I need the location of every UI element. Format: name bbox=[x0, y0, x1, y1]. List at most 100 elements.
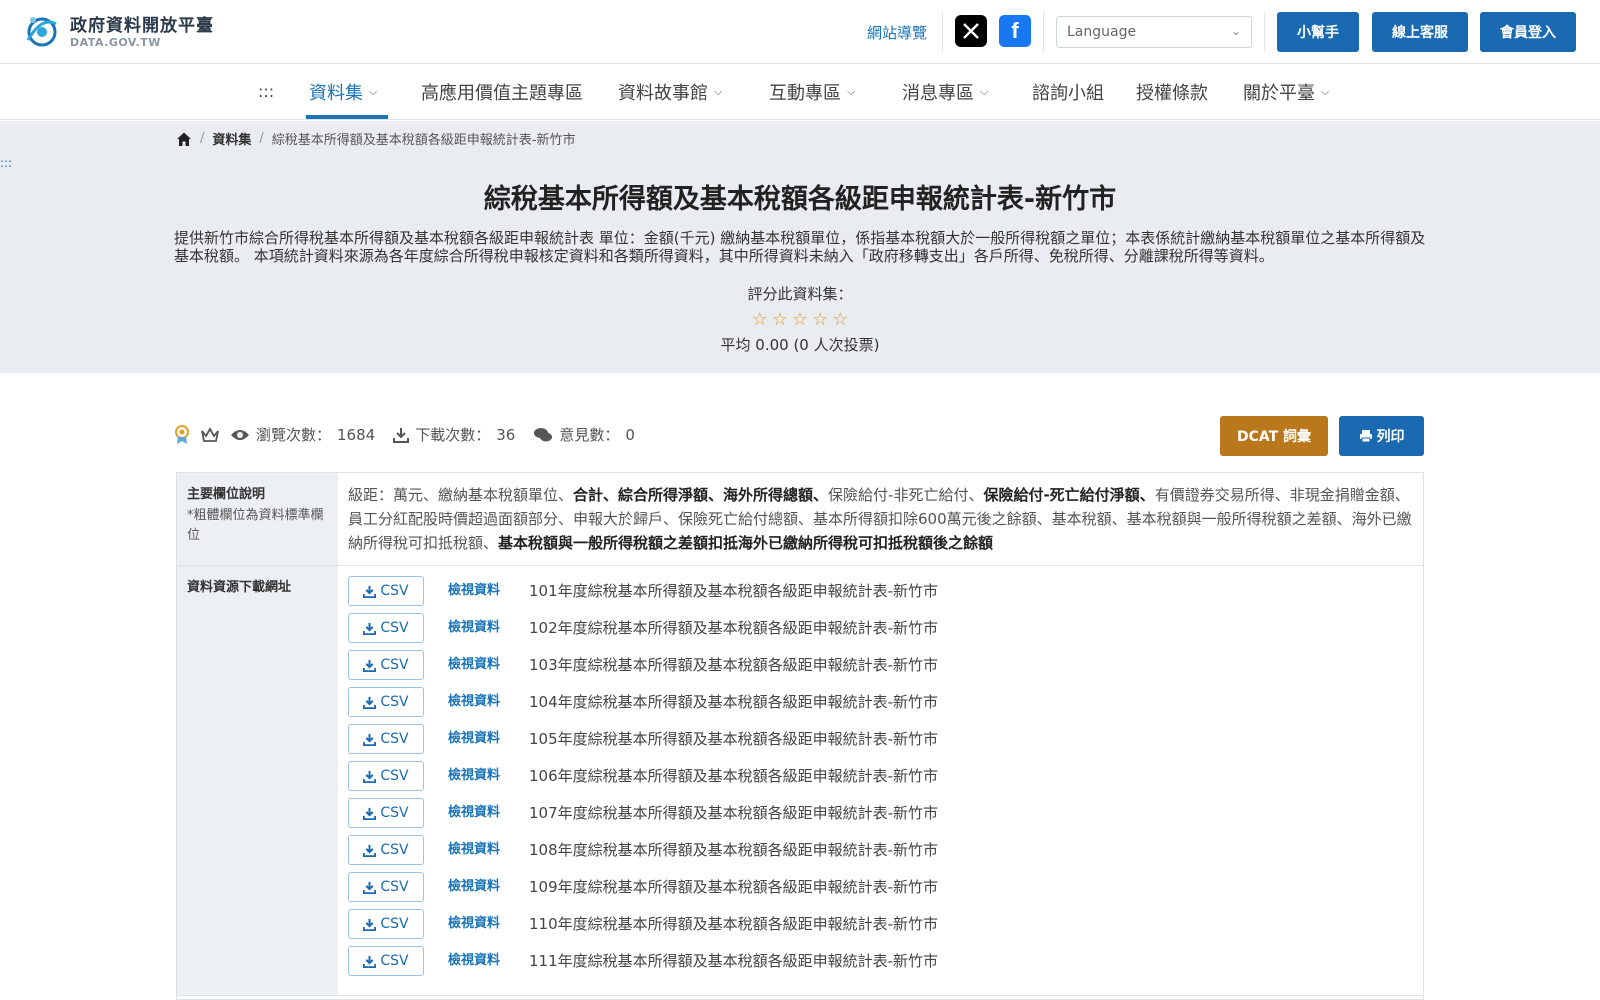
csv-download-button[interactable]: CSV bbox=[348, 946, 424, 976]
nav-item-interactive[interactable]: 互動專區 ⌵ bbox=[769, 78, 855, 106]
view-data-link[interactable]: 檢視資料 bbox=[448, 616, 505, 640]
csv-download-button[interactable]: CSV bbox=[348, 724, 424, 754]
view-data-link[interactable]: 檢視資料 bbox=[448, 653, 505, 677]
star-icon[interactable]: ☆ bbox=[772, 309, 788, 330]
csv-download-button[interactable]: CSV bbox=[348, 761, 424, 791]
resource-name: 108年度綜稅基本所得額及基本稅額各級距申報統計表-新竹市 bbox=[529, 841, 939, 859]
content-accesskey[interactable]: ::: bbox=[0, 156, 12, 170]
resource-item: CSV 檢視資料 102年度綜稅基本所得額及基本稅額各級距申報統計表-新竹市 bbox=[348, 613, 938, 643]
breadcrumb-separator: / bbox=[259, 131, 264, 146]
resources-header: 資料資源下載網址 bbox=[187, 580, 292, 595]
breadcrumb-separator: / bbox=[200, 131, 205, 146]
chevron-down-icon: ⌄ bbox=[1230, 24, 1241, 38]
resource-item: CSV 檢視資料 107年度綜稅基本所得額及基本稅額各級距申報統計表-新竹市 bbox=[348, 798, 938, 828]
nav-item-label: 資料集 bbox=[309, 83, 363, 104]
dataset-description: 提供新竹市綜合所得稅基本所得額及基本稅額各級距申報統計表 單位：金額(千元) 繳… bbox=[174, 229, 1426, 265]
breadcrumb-datasets[interactable]: 資料集 bbox=[212, 129, 251, 148]
member-login-button[interactable]: 會員登入 bbox=[1480, 12, 1576, 52]
nav-item-label: 諮詢小組 bbox=[1032, 83, 1104, 104]
standard-field-text: 保險給付-死亡給付淨額、 bbox=[983, 486, 1155, 504]
view-data-link[interactable]: 檢視資料 bbox=[448, 949, 505, 973]
download-icon bbox=[363, 881, 377, 894]
csv-download-button[interactable]: CSV bbox=[348, 576, 424, 606]
csv-label: CSV bbox=[380, 805, 409, 821]
views-count: 1684 bbox=[337, 425, 376, 444]
nav-item-news[interactable]: 消息專區 ⌵ bbox=[902, 78, 988, 106]
resource-name: 107年度綜稅基本所得額及基本稅額各級距申報統計表-新竹市 bbox=[529, 804, 939, 822]
star-icon[interactable]: ☆ bbox=[812, 309, 828, 330]
nav-item-about[interactable]: 關於平臺 ⌵ bbox=[1243, 78, 1329, 106]
view-data-link[interactable]: 檢視資料 bbox=[448, 690, 505, 714]
resource-item: CSV 檢視資料 104年度綜稅基本所得額及基本稅額各級距申報統計表-新竹市 bbox=[348, 687, 938, 717]
standard-field-text: 基本稅額與一般所得稅額之差額扣抵海外已繳納所得稅可扣抵稅額後之餘額 bbox=[498, 534, 994, 552]
helper-button[interactable]: 小幫手 bbox=[1277, 12, 1359, 52]
site-logo[interactable]: 政府資料開放平臺 DATA.GOV.TW bbox=[22, 10, 214, 50]
dataset-hero: / 資料集 / 綜稅基本所得額及基本稅額各級距申報統計表-新竹市 ::: 綜稅基… bbox=[0, 121, 1600, 373]
view-data-link[interactable]: 檢視資料 bbox=[448, 912, 505, 936]
sitemap-link[interactable]: 網站導覽 bbox=[867, 22, 927, 43]
nav-accesskey[interactable]: ::: bbox=[258, 82, 274, 101]
csv-download-button[interactable]: CSV bbox=[348, 909, 424, 939]
resource-item: CSV 檢視資料 101年度綜稅基本所得額及基本稅額各級距申報統計表-新竹市 bbox=[348, 576, 938, 606]
crown-icon bbox=[201, 426, 219, 442]
nav-item-advisory[interactable]: 諮詢小組 bbox=[1032, 78, 1104, 106]
download-icon bbox=[363, 918, 377, 931]
download-icon bbox=[363, 807, 377, 820]
logo-name: 政府資料開放平臺 bbox=[70, 16, 214, 36]
download-icon bbox=[363, 585, 377, 598]
nav-item-label: 高應用價值主題專區 bbox=[421, 83, 583, 104]
nav-item-license[interactable]: 授權條款 bbox=[1136, 78, 1208, 106]
view-data-link[interactable]: 檢視資料 bbox=[448, 727, 505, 751]
view-data-link[interactable]: 檢視資料 bbox=[448, 875, 505, 899]
csv-download-button[interactable]: CSV bbox=[348, 687, 424, 717]
facebook-icon[interactable]: f bbox=[999, 15, 1031, 47]
resource-name: 102年度綜稅基本所得額及基本稅額各級距申報統計表-新竹市 bbox=[529, 619, 939, 637]
chevron-down-icon: ⌵ bbox=[847, 85, 856, 98]
print-button[interactable]: 列印 bbox=[1339, 416, 1424, 456]
star-icon[interactable]: ☆ bbox=[752, 309, 768, 330]
downloads-count: 36 bbox=[496, 425, 516, 444]
csv-download-button[interactable]: CSV bbox=[348, 798, 424, 828]
resource-item: CSV 檢視資料 103年度綜稅基本所得額及基本稅額各級距申報統計表-新竹市 bbox=[348, 650, 938, 680]
comments-icon bbox=[534, 427, 553, 441]
nav-item-stories[interactable]: 資料故事館 ⌵ bbox=[618, 78, 722, 106]
nav-item-datasets[interactable]: 資料集 ⌵ bbox=[309, 78, 377, 106]
star-icon[interactable]: ☆ bbox=[832, 309, 848, 330]
csv-download-button[interactable]: CSV bbox=[348, 835, 424, 865]
main-nav: ::: 資料集 ⌵ 高應用價值主題專區 資料故事館 ⌵ 互動專區 ⌵ 消息專區 … bbox=[0, 64, 1600, 120]
online-service-button[interactable]: 線上客服 bbox=[1372, 12, 1468, 52]
breadcrumb: / 資料集 / 綜稅基本所得額及基本稅額各級距申報統計表-新竹市 bbox=[176, 129, 576, 148]
view-data-link[interactable]: 檢視資料 bbox=[448, 764, 505, 788]
csv-download-button[interactable]: CSV bbox=[348, 650, 424, 680]
resource-item: CSV 檢視資料 110年度綜稅基本所得額及基本稅額各級距申報統計表-新竹市 bbox=[348, 909, 938, 939]
dataset-info-table: 主要欄位說明 *粗體欄位為資料標準欄位 級距：萬元、繳納基本稅額單位、合計、綜合… bbox=[176, 472, 1424, 1000]
active-nav-indicator bbox=[306, 115, 388, 119]
csv-label: CSV bbox=[380, 916, 409, 932]
logo-icon bbox=[26, 17, 57, 47]
nav-item-high-value[interactable]: 高應用價值主題專區 bbox=[421, 78, 583, 106]
comments-stat: 意見數： 0 bbox=[533, 424, 635, 445]
resource-name: 105年度綜稅基本所得額及基本稅額各級距申報統計表-新竹市 bbox=[529, 730, 939, 748]
x-twitter-icon[interactable] bbox=[955, 15, 987, 47]
csv-download-button[interactable]: CSV bbox=[348, 872, 424, 902]
chevron-down-icon: ⌵ bbox=[714, 85, 723, 98]
home-icon[interactable] bbox=[176, 131, 192, 147]
rating-stars[interactable]: ☆ ☆ ☆ ☆ ☆ bbox=[0, 309, 1600, 330]
csv-download-button[interactable]: CSV bbox=[348, 613, 424, 643]
dcat-button[interactable]: DCAT 詞彙 bbox=[1220, 416, 1328, 456]
nav-item-label: 授權條款 bbox=[1136, 83, 1208, 104]
resource-item: CSV 檢視資料 109年度綜稅基本所得額及基本稅額各級距申報統計表-新竹市 bbox=[348, 872, 938, 902]
view-data-link[interactable]: 檢視資料 bbox=[448, 579, 505, 603]
star-icon[interactable]: ☆ bbox=[792, 309, 808, 330]
view-data-link[interactable]: 檢視資料 bbox=[448, 838, 505, 862]
header-divider bbox=[1264, 12, 1265, 52]
csv-label: CSV bbox=[380, 694, 409, 710]
nav-item-label: 關於平臺 bbox=[1243, 83, 1315, 104]
fields-header-cell: 主要欄位說明 *粗體欄位為資料標準欄位 bbox=[177, 473, 338, 565]
language-select[interactable]: Language ⌄ bbox=[1056, 16, 1252, 48]
resource-item: CSV 檢視資料 105年度綜稅基本所得額及基本稅額各級距申報統計表-新竹市 bbox=[348, 724, 938, 754]
fields-header: 主要欄位說明 bbox=[187, 487, 266, 502]
view-data-link[interactable]: 檢視資料 bbox=[448, 801, 505, 825]
csv-label: CSV bbox=[380, 583, 409, 599]
download-icon bbox=[363, 733, 377, 746]
